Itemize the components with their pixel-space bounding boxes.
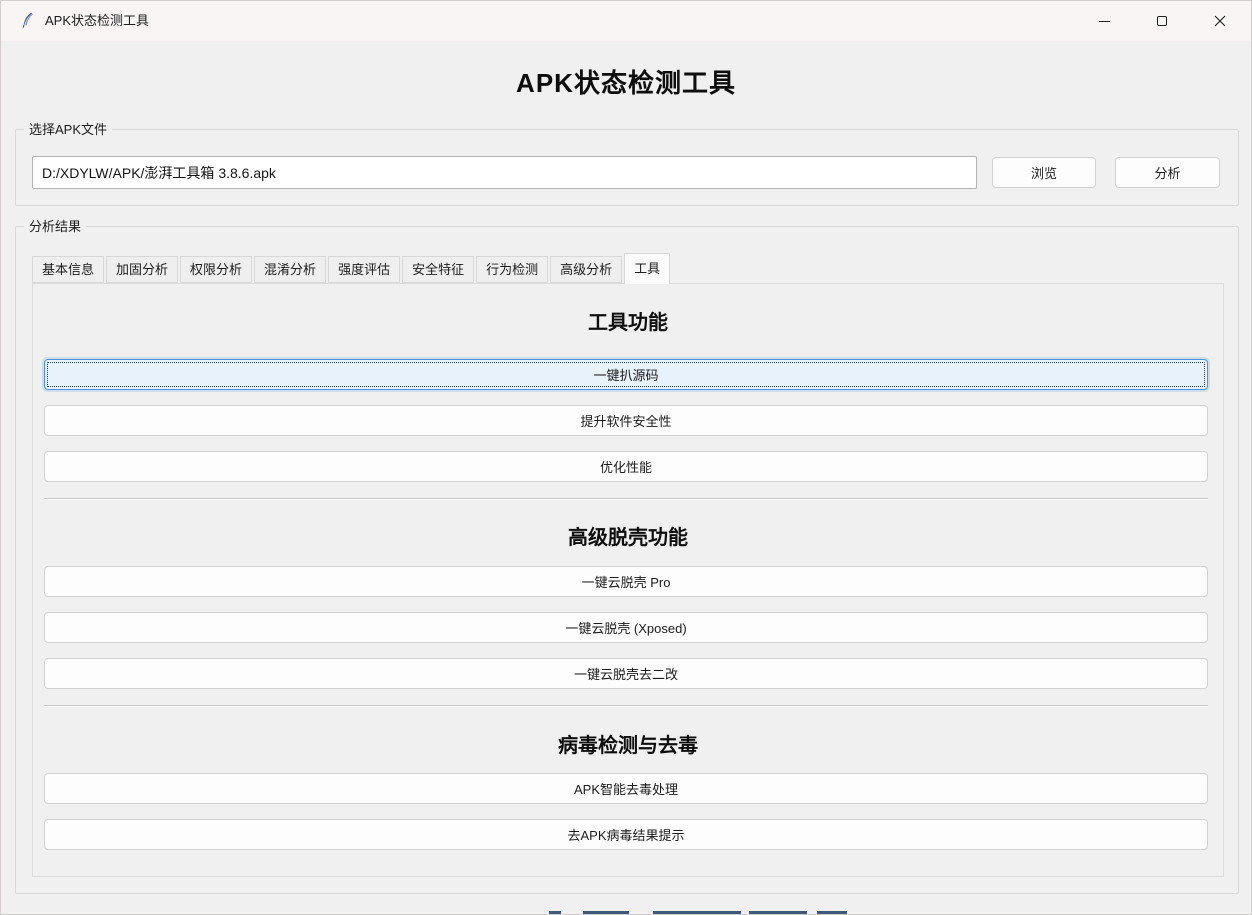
analysis-result-frame-label: 分析结果 xyxy=(24,217,86,236)
devirus-result-hint-button[interactable]: 去APK病毒结果提示 xyxy=(44,819,1208,850)
maximize-button[interactable] xyxy=(1133,1,1191,41)
analyze-button[interactable]: 分析 xyxy=(1115,157,1220,188)
tab-pack-analysis[interactable]: 加固分析 xyxy=(106,256,178,283)
cloud-unpack-pro-button[interactable]: 一键云脱壳 Pro xyxy=(44,566,1208,597)
close-button[interactable] xyxy=(1191,1,1249,41)
tools-tab-panel: 工具功能 一键扒源码 提升软件安全性 优化性能 高级脱壳功能 一键云脱壳 Pro… xyxy=(32,283,1224,877)
tab-security[interactable]: 安全特征 xyxy=(402,256,474,283)
minimize-icon xyxy=(1099,21,1110,22)
python-tk-feather-icon xyxy=(19,12,36,30)
optimize-performance-button[interactable]: 优化性能 xyxy=(44,451,1208,482)
section-heading-tools: 工具功能 xyxy=(33,311,1223,336)
apk-path-input[interactable] xyxy=(32,156,977,189)
tab-basic-info[interactable]: 基本信息 xyxy=(32,256,104,283)
browse-button[interactable]: 浏览 xyxy=(992,157,1096,188)
tab-obfuscation[interactable]: 混淆分析 xyxy=(254,256,326,283)
tab-behavior[interactable]: 行为检测 xyxy=(476,256,548,283)
separator xyxy=(44,705,1208,706)
smart-devirus-button[interactable]: APK智能去毒处理 xyxy=(44,773,1208,804)
window-controls xyxy=(1075,1,1249,41)
tab-advanced[interactable]: 高级分析 xyxy=(550,256,622,283)
cloud-unpack-xposed-button[interactable]: 一键云脱壳 (Xposed) xyxy=(44,612,1208,643)
app-window: APK状态检测工具 APK状态检测工具 选择APK文件 浏览 分析 分析结果 基… xyxy=(0,0,1252,915)
titlebar: APK状态检测工具 xyxy=(1,1,1251,41)
cloud-unpack-demod-button[interactable]: 一键云脱壳去二改 xyxy=(44,658,1208,689)
separator xyxy=(44,498,1208,499)
tab-strength[interactable]: 强度评估 xyxy=(328,256,400,283)
window-title: APK状态检测工具 xyxy=(45,1,149,41)
close-icon xyxy=(1214,15,1226,27)
file-select-frame-label: 选择APK文件 xyxy=(24,120,112,139)
page-title: APK状态检测工具 xyxy=(1,63,1251,100)
footer-clipped-text xyxy=(549,911,847,915)
analysis-result-frame: 分析结果 基本信息 加固分析 权限分析 混淆分析 强度评估 安全特征 行为检测 … xyxy=(15,226,1239,894)
improve-security-button[interactable]: 提升软件安全性 xyxy=(44,405,1208,436)
section-heading-virus: 病毒检测与去毒 xyxy=(33,734,1223,759)
maximize-icon xyxy=(1157,16,1167,26)
minimize-button[interactable] xyxy=(1075,1,1133,41)
section-heading-unpack: 高级脱壳功能 xyxy=(33,526,1223,551)
tab-tools[interactable]: 工具 xyxy=(624,253,670,284)
extract-source-button[interactable]: 一键扒源码 xyxy=(44,359,1208,390)
file-select-frame: 选择APK文件 浏览 分析 xyxy=(15,129,1239,206)
tab-permission[interactable]: 权限分析 xyxy=(180,256,252,283)
result-tabs: 基本信息 加固分析 权限分析 混淆分析 强度评估 安全特征 行为检测 高级分析 … xyxy=(32,253,672,283)
